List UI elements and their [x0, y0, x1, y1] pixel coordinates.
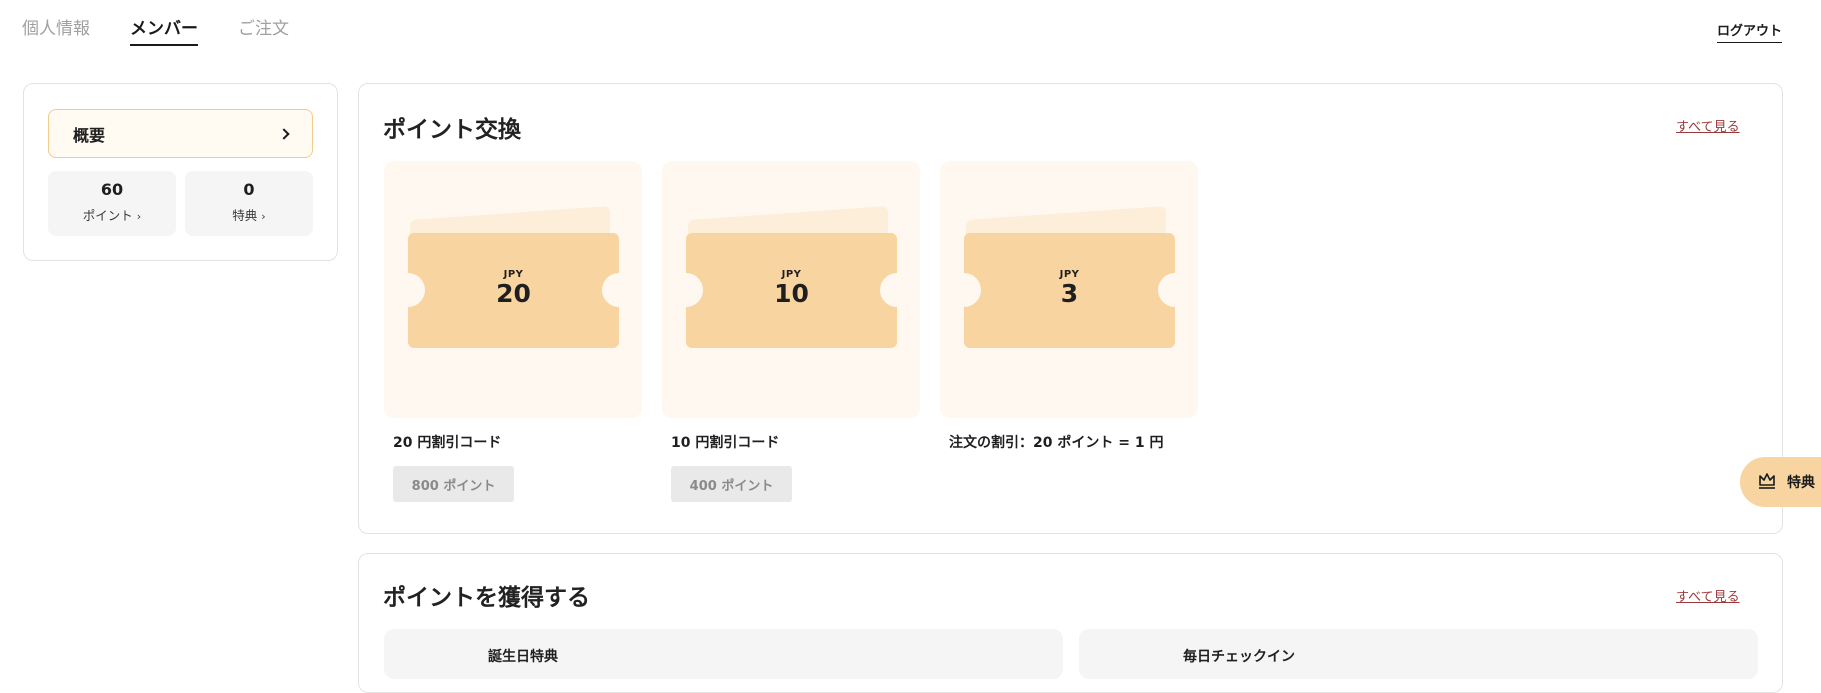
benefits-stat[interactable]: 0 特典 › — [185, 171, 313, 236]
coupon-image: JPY 20 — [384, 161, 642, 418]
coupon-card[interactable]: JPY 20 20 円割引コード 800 ポイント — [384, 161, 642, 502]
coupon-amount: 3 — [1060, 279, 1079, 308]
coupon-name: 注文の割引：20 ポイント = 1 円 — [949, 435, 1164, 451]
ticket-icon: JPY 10 — [669, 233, 914, 348]
birthday-reward-card[interactable]: 誕生日特典 — [384, 629, 1063, 679]
coupon-amount: 20 — [496, 279, 531, 308]
overview-label: 概要 — [73, 125, 106, 145]
coupon-card[interactable]: JPY 3 注文の割引：20 ポイント = 1 円 — [940, 161, 1198, 452]
benefits-caption: 特典 › — [185, 205, 313, 224]
coupon-card[interactable]: JPY 10 10 円割引コード 400 ポイント — [662, 161, 920, 502]
redeem-button[interactable]: 800 ポイント — [393, 466, 514, 502]
chevron-right-icon: › — [261, 210, 266, 223]
see-all-link[interactable]: すべて見る — [1676, 586, 1740, 605]
ticket-icon: JPY 20 — [391, 233, 636, 348]
sidebar-card: 概要 60 ポイント › 0 特典 › — [23, 83, 338, 261]
benefits-float-button[interactable]: 特典 — [1740, 457, 1821, 507]
coupon-image: JPY 3 — [940, 161, 1198, 418]
benefits-value: 0 — [243, 180, 255, 199]
earn-points-panel: ポイントを獲得する すべて見る 誕生日特典 毎日チェックイン — [358, 553, 1783, 693]
chevron-right-icon — [278, 127, 290, 140]
section-title: ポイント交換 — [383, 117, 521, 143]
coupon-name: 10 円割引コード — [671, 435, 780, 451]
points-caption: ポイント › — [48, 205, 176, 224]
coupon-image: JPY 10 — [662, 161, 920, 418]
overview-button[interactable]: 概要 — [48, 109, 313, 158]
crown-icon — [1757, 470, 1777, 494]
points-value: 60 — [100, 180, 124, 199]
coupon-name: 20 円割引コード — [393, 435, 502, 451]
points-exchange-panel: ポイント交換 すべて見る JPY 20 20 円割引コード 800 ポイント J… — [358, 83, 1783, 534]
logout-link[interactable]: ログアウト — [1717, 20, 1783, 43]
benefits-label: 特典 — [232, 208, 258, 223]
tab-personal-info[interactable]: 個人情報 — [22, 14, 90, 46]
earn-item-title: 誕生日特典 — [488, 649, 558, 665]
section-title: ポイントを獲得する — [383, 585, 590, 611]
top-tabs: 個人情報 メンバー ご注文 — [22, 14, 289, 46]
coupon-amount: 10 — [774, 279, 809, 308]
ticket-icon: JPY 3 — [947, 233, 1192, 348]
benefits-float-label: 特典 — [1787, 475, 1815, 491]
tab-orders[interactable]: ご注文 — [238, 14, 289, 46]
see-all-link[interactable]: すべて見る — [1676, 116, 1740, 135]
chevron-right-icon: › — [136, 210, 142, 223]
earn-item-title: 毎日チェックイン — [1183, 649, 1295, 665]
daily-checkin-card[interactable]: 毎日チェックイン — [1079, 629, 1758, 679]
points-stat[interactable]: 60 ポイント › — [48, 171, 176, 236]
redeem-button[interactable]: 400 ポイント — [671, 466, 792, 502]
tab-member[interactable]: メンバー — [130, 14, 198, 46]
points-label: ポイント — [82, 208, 133, 223]
